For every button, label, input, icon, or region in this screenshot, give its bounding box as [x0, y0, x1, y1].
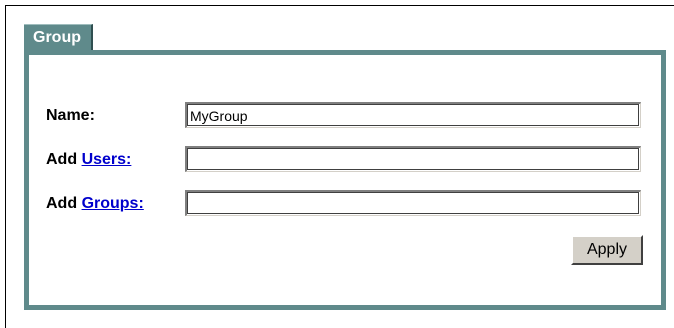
- groups-link[interactable]: Groups:: [82, 195, 144, 212]
- users-row: Add Users:: [46, 151, 131, 169]
- group-form-panel: Name: Add Users: Add Groups: Apply: [24, 50, 666, 310]
- apply-button[interactable]: Apply: [571, 235, 643, 265]
- tab-group[interactable]: Group: [24, 24, 93, 50]
- name-field[interactable]: [185, 102, 641, 128]
- users-link[interactable]: Users:: [82, 151, 132, 168]
- add-groups-field[interactable]: [185, 190, 641, 216]
- name-row: Name:: [46, 107, 95, 125]
- add-users-prefix: Add: [46, 151, 78, 168]
- tab-group-label: Group: [33, 29, 81, 46]
- add-groups-prefix: Add: [46, 195, 78, 212]
- groups-row: Add Groups:: [46, 195, 144, 213]
- name-label: Name:: [46, 107, 95, 124]
- add-users-field[interactable]: [185, 146, 641, 172]
